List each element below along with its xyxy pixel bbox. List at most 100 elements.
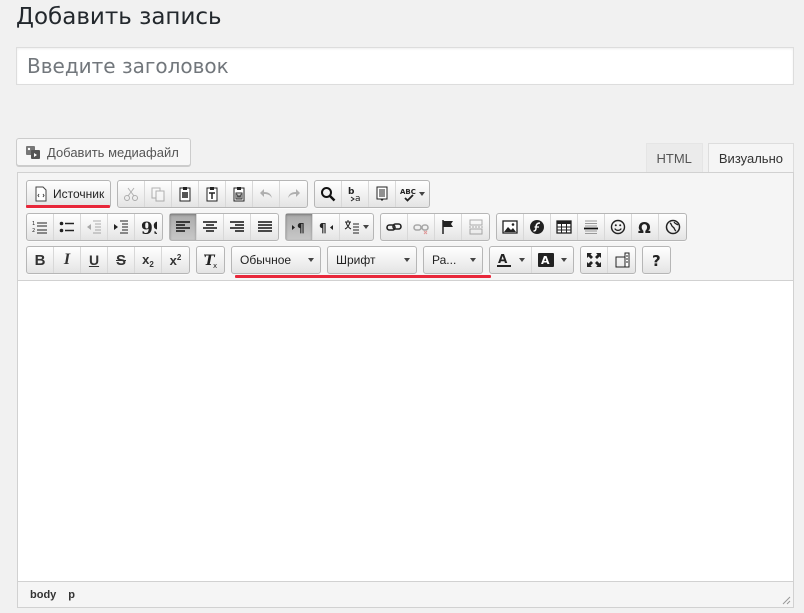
about-button[interactable]: ? xyxy=(643,247,670,273)
redo-icon xyxy=(287,189,300,198)
smiley-button[interactable] xyxy=(605,214,632,240)
copy-button[interactable] xyxy=(145,181,173,207)
svg-text:Ω: Ω xyxy=(638,219,651,235)
strike-button[interactable]: S xyxy=(108,247,135,273)
editor-content-area[interactable] xyxy=(18,281,793,583)
align-center-button[interactable] xyxy=(197,214,224,240)
language-button[interactable] xyxy=(340,214,373,240)
editor-statusbar: body p xyxy=(18,581,793,607)
tab-html[interactable]: HTML xyxy=(645,143,703,172)
select-all-button[interactable] xyxy=(369,181,397,207)
subscript-button[interactable]: x2 xyxy=(135,247,162,273)
page-title: Добавить запись xyxy=(16,4,222,30)
font-combo-value: Шрифт xyxy=(336,253,376,267)
find-group: ba ABC xyxy=(314,180,431,208)
paste-word-button[interactable] xyxy=(226,181,254,207)
path-p[interactable]: p xyxy=(68,589,75,601)
special-char-button[interactable]: Ω xyxy=(632,214,659,240)
show-blocks-button[interactable] xyxy=(608,247,635,273)
help-icon: ? xyxy=(652,252,661,268)
resize-grip-icon[interactable] xyxy=(779,593,791,605)
replace-icon: ba xyxy=(348,187,361,202)
format-combo[interactable]: Обычное xyxy=(231,246,321,274)
tab-visual[interactable]: Визуально xyxy=(707,143,794,172)
rtl-button[interactable]: ¶ xyxy=(313,214,340,240)
redo-button[interactable] xyxy=(280,181,307,207)
post-title-input[interactable] xyxy=(16,47,794,85)
numbered-list-button[interactable]: 12 xyxy=(27,214,54,240)
remove-format-icon: Tx xyxy=(203,253,217,268)
editor: Источник b a ABC 1 2 9 ¶ ¶ Ω B I U S x2 … xyxy=(17,172,794,608)
subscript-icon: x2 xyxy=(142,251,154,269)
iframe-button[interactable] xyxy=(659,214,686,240)
list-indent-group: 12 99 xyxy=(26,213,163,241)
media-icon xyxy=(26,146,40,159)
outdent-button[interactable] xyxy=(81,214,108,240)
bg-color-button[interactable]: A xyxy=(532,247,573,273)
unlink-button[interactable] xyxy=(408,214,435,240)
flag-icon xyxy=(442,220,453,234)
chevron-down-icon xyxy=(363,225,369,229)
cut-button[interactable] xyxy=(118,181,146,207)
underline-button[interactable]: U xyxy=(81,247,108,273)
add-media-button[interactable]: Добавить медиафайл xyxy=(16,138,191,166)
bold-icon: B xyxy=(34,251,46,269)
format-combo-value: Обычное xyxy=(240,253,292,267)
paste-text-button[interactable] xyxy=(199,181,227,207)
source-button[interactable]: Источник xyxy=(27,181,110,207)
basic-style-group: B I U S x2 x2 xyxy=(26,246,190,274)
image-button[interactable] xyxy=(497,214,524,240)
svg-text:a: a xyxy=(355,194,361,202)
anchor-button[interactable] xyxy=(435,214,462,240)
ltr-button[interactable]: ¶ xyxy=(286,214,313,240)
size-combo[interactable]: Ра... xyxy=(423,246,483,274)
align-left-button[interactable] xyxy=(170,214,197,240)
indent-button[interactable] xyxy=(108,214,135,240)
direction-group: ¶ ¶ xyxy=(285,213,374,241)
table-button[interactable] xyxy=(551,214,578,240)
align-justify-button[interactable] xyxy=(251,214,278,240)
maximize-button[interactable] xyxy=(581,247,608,273)
page-break-icon xyxy=(468,219,483,235)
align-center-icon xyxy=(203,221,217,232)
rtl-icon: ¶ xyxy=(319,221,333,235)
superscript-button[interactable]: x2 xyxy=(162,247,189,273)
path-body[interactable]: body xyxy=(30,589,56,601)
toolbar-row-1: Источник b a ABC xyxy=(26,180,431,208)
spellcheck-button[interactable]: ABC xyxy=(396,181,429,207)
horizontal-line-button[interactable] xyxy=(578,214,605,240)
flash-button[interactable] xyxy=(524,214,551,240)
image-icon xyxy=(502,220,518,234)
source-group: Источник xyxy=(26,180,112,208)
show-blocks-icon xyxy=(615,252,629,268)
replace-button[interactable]: ba xyxy=(342,181,370,207)
clipboard-group xyxy=(117,180,309,208)
highlight-underline-source xyxy=(26,205,110,208)
svg-text:?: ? xyxy=(652,252,661,268)
undo-button[interactable] xyxy=(253,181,281,207)
align-right-button[interactable] xyxy=(224,214,251,240)
italic-icon: I xyxy=(63,251,71,268)
bold-button[interactable]: B xyxy=(27,247,54,273)
svg-text:2: 2 xyxy=(32,228,35,234)
editor-tabs: HTML Визуально xyxy=(645,143,794,172)
search-icon xyxy=(321,187,336,202)
bulleted-list-button[interactable] xyxy=(54,214,81,240)
text-color-button[interactable]: A xyxy=(490,247,532,273)
blockquote-icon: 99 xyxy=(141,219,157,235)
page-break-button[interactable] xyxy=(462,214,489,240)
remove-format-group: Tx xyxy=(196,246,225,274)
blockquote-button[interactable]: 99 xyxy=(135,214,162,240)
font-combo[interactable]: Шрифт xyxy=(327,246,417,274)
smiley-icon xyxy=(610,219,626,235)
svg-text:99: 99 xyxy=(141,219,157,235)
find-button[interactable] xyxy=(315,181,343,207)
toolbar-row-2: 12 99 xyxy=(26,213,687,241)
remove-format-button[interactable]: Tx xyxy=(197,247,224,273)
paste-button[interactable] xyxy=(172,181,200,207)
link-button[interactable] xyxy=(381,214,408,240)
italic-button[interactable]: I xyxy=(54,247,81,273)
cut-icon xyxy=(124,187,139,201)
undo-icon xyxy=(260,189,273,198)
source-label: Источник xyxy=(53,187,105,201)
